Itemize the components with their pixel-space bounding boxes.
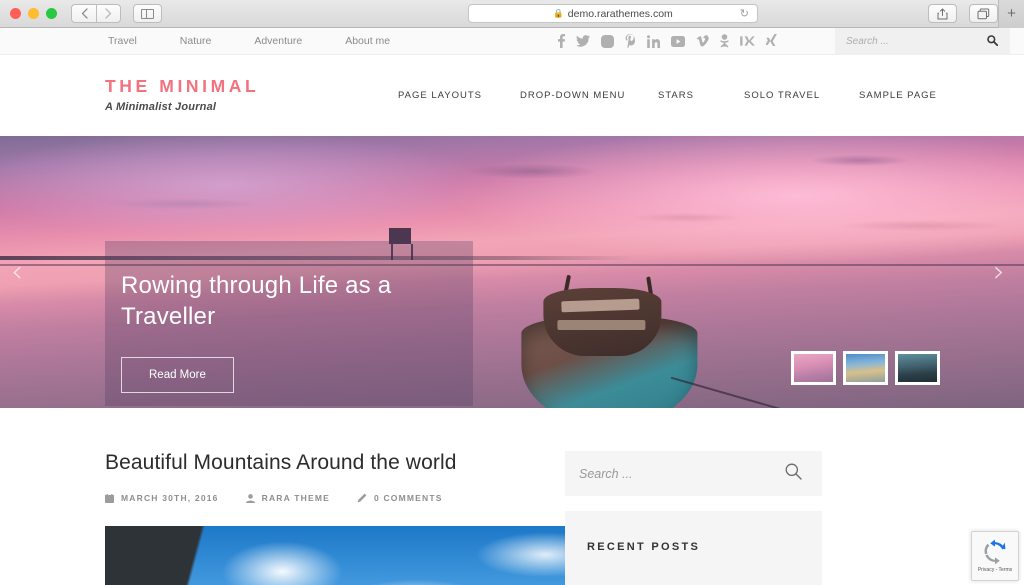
read-more-button[interactable]: Read More	[121, 357, 234, 394]
site-logo: THE MINIMAL	[105, 75, 260, 96]
sidebar-search-widget[interactable]: Search ...	[565, 451, 822, 496]
site-topbar: Travel Nature Adventure About me Search …	[0, 28, 1024, 55]
vk-icon[interactable]	[740, 36, 755, 46]
sidebar-toggle-icon	[141, 8, 154, 19]
slide-thumb-3[interactable]	[895, 351, 940, 385]
nav-item-sample-page[interactable]: SAMPLE PAGE	[859, 90, 937, 101]
facebook-icon[interactable]	[558, 34, 565, 48]
hero-boat	[503, 274, 806, 408]
reload-icon[interactable]: ↻	[740, 7, 749, 20]
sidebar: Search ... RECENT POSTS	[565, 408, 845, 585]
address-bar[interactable]: 🔒 demo.rarathemes.com ↻	[468, 4, 758, 23]
topbar-search[interactable]: Search ...	[835, 28, 1010, 55]
topnav-item-adventure[interactable]: Adventure	[254, 35, 302, 47]
share-button[interactable]	[928, 4, 957, 23]
back-button[interactable]	[71, 4, 96, 23]
youtube-icon[interactable]	[671, 35, 685, 47]
pencil-icon	[357, 493, 367, 503]
social-links	[558, 34, 777, 48]
recaptcha-label[interactable]: Privacy - Terms	[978, 567, 1012, 573]
browser-chrome: 🔒 demo.rarathemes.com ↻ +	[0, 0, 1024, 28]
window-controls	[0, 8, 57, 19]
nav-item-solo-travel[interactable]: SOLO TRAVEL	[744, 90, 859, 101]
topnav-item-nature[interactable]: Nature	[180, 35, 212, 47]
post-featured-image[interactable]	[105, 526, 642, 585]
site-tagline: A Minimalist Journal	[105, 101, 217, 114]
linkedin-icon[interactable]	[647, 34, 660, 48]
slide-thumb-1[interactable]	[791, 351, 836, 385]
chevron-left-icon	[81, 8, 88, 19]
slider-prev-arrow[interactable]: ‹	[11, 255, 23, 290]
chrome-right-controls: +	[916, 0, 1024, 28]
post-comments-text[interactable]: 0 COMMENTS	[374, 493, 443, 503]
calendar-icon	[105, 493, 114, 503]
post-date: MARCH 30TH, 2016	[105, 493, 219, 503]
odnoklassniki-icon[interactable]	[720, 34, 729, 48]
slide-thumb-2[interactable]	[843, 351, 888, 385]
instagram-icon[interactable]	[601, 34, 614, 48]
xing-icon[interactable]	[766, 34, 777, 48]
chevron-right-icon	[105, 8, 112, 19]
post-comments: 0 COMMENTS	[357, 493, 443, 503]
user-icon	[245, 493, 255, 503]
recaptcha-badge[interactable]: Privacy - Terms	[971, 531, 1019, 581]
sidebar-search-placeholder: Search ...	[579, 466, 633, 481]
address-bar-url: demo.rarathemes.com	[567, 7, 673, 20]
share-icon	[937, 7, 948, 19]
nav-item-stars[interactable]: STARS	[658, 90, 744, 101]
hero-caption: Rowing through Life as a Traveller Read …	[105, 241, 473, 406]
topnav-item-travel[interactable]: Travel	[108, 35, 137, 47]
hero-title: Rowing through Life as a Traveller	[121, 272, 392, 330]
main-content: Beautiful Mountains Around the world MAR…	[0, 408, 1024, 585]
sidebar-toggle-button[interactable]	[133, 4, 162, 23]
minimize-window-button[interactable]	[28, 8, 39, 19]
site-header: THE MINIMAL A Minimalist Journal PAGE LA…	[0, 55, 1024, 136]
hero-slider: Rowing through Life as a Traveller Read …	[0, 136, 1024, 408]
lock-icon: 🔒	[553, 8, 564, 18]
post-title[interactable]: Beautiful Mountains Around the world	[105, 451, 565, 475]
slider-next-arrow[interactable]: ›	[993, 255, 1005, 290]
topbar-nav: Travel Nature Adventure About me	[108, 35, 390, 47]
search-icon[interactable]	[987, 33, 999, 51]
boat-seat-back	[557, 320, 646, 331]
nav-item-drop-down-menu[interactable]: DROP-DOWN MENU	[520, 90, 658, 101]
forward-button[interactable]	[96, 4, 121, 23]
pinterest-icon[interactable]	[625, 34, 636, 48]
post-meta: MARCH 30TH, 2016 RARA THEME 0 COMMENTS	[105, 493, 565, 503]
close-window-button[interactable]	[10, 8, 21, 19]
twitter-icon[interactable]	[576, 35, 590, 47]
primary-nav: PAGE LAYOUTS DROP-DOWN MENU STARS SOLO T…	[398, 90, 937, 101]
topbar-search-placeholder: Search ...	[846, 36, 889, 47]
post-date-text: MARCH 30TH, 2016	[121, 493, 219, 503]
site-branding[interactable]: THE MINIMAL A Minimalist Journal	[105, 75, 260, 114]
recent-posts-title: RECENT POSTS	[587, 541, 701, 553]
post-author-text[interactable]: RARA THEME	[262, 493, 330, 503]
topnav-item-about-me[interactable]: About me	[345, 35, 390, 47]
new-tab-button[interactable]: +	[998, 0, 1024, 28]
navigation-buttons	[71, 4, 121, 23]
recaptcha-icon	[984, 539, 1006, 565]
slider-thumbnails	[791, 351, 940, 385]
show-tabs-icon	[977, 8, 990, 19]
recent-posts-widget: RECENT POSTS	[565, 511, 822, 585]
post-list: Beautiful Mountains Around the world MAR…	[0, 408, 642, 585]
show-tabs-button[interactable]	[969, 4, 998, 23]
vimeo-icon[interactable]	[696, 35, 709, 47]
post-author: RARA THEME	[245, 493, 330, 503]
maximize-window-button[interactable]	[46, 8, 57, 19]
nav-item-page-layouts[interactable]: PAGE LAYOUTS	[398, 90, 520, 101]
search-icon[interactable]	[785, 463, 802, 485]
